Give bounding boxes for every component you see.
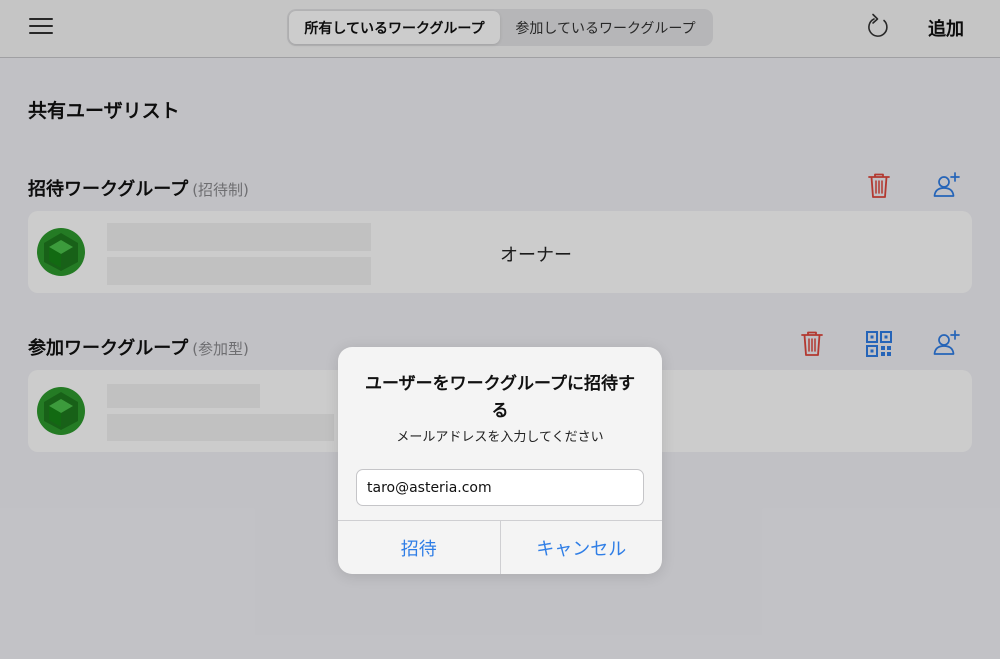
dialog-message: メールアドレスを入力してください: [396, 430, 604, 445]
invite-user-dialog: ユーザーをワークグループに招待する メールアドレスを入力してください 招待 キャ…: [338, 347, 662, 574]
cancel-button[interactable]: キャンセル: [499, 521, 663, 574]
dialog-title: ユーザーをワークグループに招待する: [365, 374, 635, 421]
email-field[interactable]: [356, 469, 644, 506]
invite-button[interactable]: 招待: [338, 521, 500, 574]
dialog-button-row: 招待 キャンセル: [338, 520, 662, 574]
